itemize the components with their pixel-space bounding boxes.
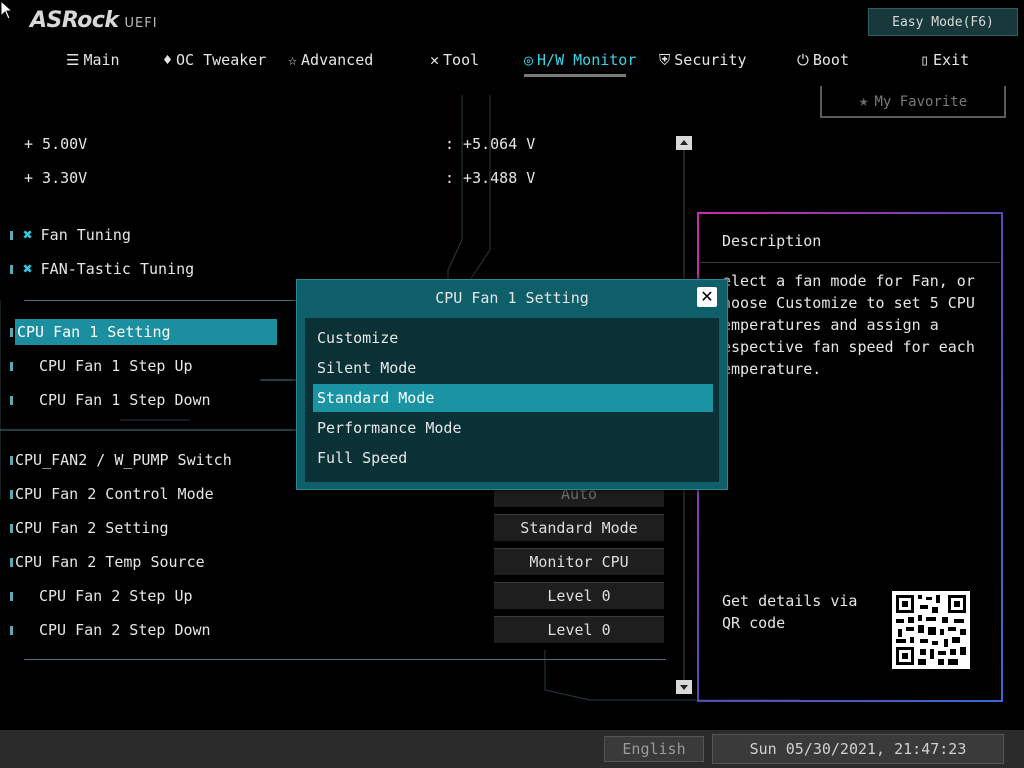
menu-cpu-fan2-step-down[interactable]: CPU Fan 2 Step Down bbox=[10, 617, 211, 643]
voltage-5v-value: : +5.064 V bbox=[445, 135, 536, 153]
bullet-marker bbox=[10, 328, 13, 337]
option-full-speed[interactable]: Full Speed bbox=[313, 444, 713, 472]
menu-cpu-fan1-step-down[interactable]: CPU Fan 1 Step Down bbox=[10, 387, 211, 413]
tab-tool[interactable]: ✕ Tool bbox=[430, 50, 479, 74]
shield-icon: ⛨ bbox=[659, 51, 671, 69]
voltage-label: + 3.30V bbox=[24, 169, 88, 187]
star-outline-icon: ☆ bbox=[288, 51, 298, 69]
option-customize[interactable]: Customize bbox=[313, 324, 713, 352]
my-favorite-button[interactable]: ★ My Favorite bbox=[820, 86, 1006, 118]
section-divider bbox=[24, 659, 666, 660]
brand-name: ASRock bbox=[30, 8, 119, 33]
tab-label: Exit bbox=[933, 51, 970, 69]
menu-label: CPU Fan 2 Setting bbox=[15, 519, 169, 537]
voltage-3v3-value: : +3.488 V bbox=[445, 169, 536, 187]
favorite-label: My Favorite bbox=[874, 94, 968, 110]
globe-icon: ◎ bbox=[524, 51, 534, 69]
tab-label: Tool bbox=[443, 51, 480, 69]
menu-label: CPU Fan 2 Step Down bbox=[39, 621, 211, 639]
menu-cpu-fan2-temp-source[interactable]: CPU Fan 2 Temp Source bbox=[10, 549, 205, 575]
list-icon: ☰ bbox=[66, 51, 80, 69]
tab-label: OC Tweaker bbox=[176, 51, 267, 69]
rocket-icon: ♦ bbox=[163, 51, 173, 69]
menu-cpu-fan2-pump-switch[interactable]: CPU_FAN2 / W_PUMP Switch bbox=[10, 447, 232, 473]
menu-fantastic-tuning[interactable]: ✖ FAN-Tastic Tuning bbox=[10, 256, 194, 282]
cpu-fan2-step-down-value[interactable]: Level 0 bbox=[494, 616, 664, 643]
menu-cpu-fan2-setting[interactable]: CPU Fan 2 Setting bbox=[10, 515, 169, 541]
date-time-display[interactable]: Sun 05/30/2021, 21:47:23 bbox=[712, 734, 1004, 764]
bullet-marker bbox=[10, 592, 13, 601]
tab-advanced[interactable]: ☆ Advanced bbox=[288, 50, 373, 74]
description-title: Description bbox=[722, 232, 822, 250]
menu-cpu-fan1-setting[interactable]: CPU Fan 1 Setting bbox=[10, 319, 277, 345]
cpu-fan2-setting-value[interactable]: Standard Mode bbox=[494, 514, 664, 541]
menu-label: CPU Fan 1 Step Down bbox=[39, 391, 211, 409]
qr-code-icon bbox=[892, 591, 970, 669]
cpu-fan2-step-up-value[interactable]: Level 0 bbox=[494, 582, 664, 609]
wrench-icon: ✖ bbox=[23, 225, 33, 244]
option-performance-mode[interactable]: Performance Mode bbox=[313, 414, 713, 442]
easy-mode-button[interactable]: Easy Mode(F6) bbox=[868, 8, 1018, 36]
menu-label: Fan Tuning bbox=[40, 226, 131, 244]
tab-label: Advanced bbox=[301, 51, 374, 69]
exit-door-icon: ▯ bbox=[920, 51, 930, 69]
wrench-icon: ✖ bbox=[23, 259, 33, 278]
menu-cpu-fan1-step-up[interactable]: CPU Fan 1 Step Up bbox=[10, 353, 193, 379]
tab-boot[interactable]: ⏻ Boot bbox=[797, 50, 849, 74]
menu-cpu-fan2-control-mode[interactable]: CPU Fan 2 Control Mode bbox=[10, 481, 214, 507]
bullet-marker bbox=[10, 456, 13, 465]
bullet-marker bbox=[10, 231, 13, 240]
tab-label: Boot bbox=[812, 51, 849, 69]
dialog-option-list: Customize Silent Mode Standard Mode Perf… bbox=[305, 318, 719, 482]
tab-oc-tweaker[interactable]: ♦ OC Tweaker bbox=[163, 50, 266, 74]
voltage-label: + 5.00V bbox=[24, 135, 88, 153]
tab-label: Main bbox=[83, 51, 120, 69]
voltage-3v3-label: + 3.30V bbox=[24, 165, 87, 191]
menu-cpu-fan2-step-up[interactable]: CPU Fan 2 Step Up bbox=[10, 583, 193, 609]
tab-main[interactable]: ☰ Main bbox=[66, 50, 120, 74]
tab-security[interactable]: ⛨ Security bbox=[659, 50, 747, 74]
scroll-down-arrow-icon[interactable] bbox=[676, 680, 692, 694]
star-icon: ★ bbox=[858, 91, 869, 110]
menu-label: CPU_FAN2 / W_PUMP Switch bbox=[15, 451, 232, 469]
qr-caption: Get details via QR code bbox=[722, 592, 858, 632]
tab-exit[interactable]: ▯ Exit bbox=[920, 50, 969, 74]
option-silent-mode[interactable]: Silent Mode bbox=[313, 354, 713, 382]
cpu-fan2-temp-source-value[interactable]: Monitor CPU bbox=[494, 548, 664, 575]
language-selector[interactable]: English bbox=[604, 736, 704, 762]
power-icon: ⏻ bbox=[797, 51, 809, 69]
menu-label: CPU Fan 1 Step Up bbox=[39, 357, 193, 375]
menu-label: FAN-Tastic Tuning bbox=[40, 260, 195, 278]
bullet-marker bbox=[10, 626, 13, 635]
menu-fan-tuning[interactable]: ✖ Fan Tuning bbox=[10, 222, 131, 248]
bullet-marker bbox=[10, 558, 13, 567]
brand-suffix: UEFI bbox=[124, 16, 158, 31]
tools-icon: ✕ bbox=[430, 51, 440, 69]
tab-hw-monitor[interactable]: ◎ H/W Monitor bbox=[524, 50, 636, 77]
description-text: elect a fan mode for Fan, or hoose Custo… bbox=[722, 272, 975, 378]
asrock-logo: ASRock UEFI bbox=[30, 8, 158, 33]
cpu-fan1-setting-dialog: CPU Fan 1 Setting ✕ Customize Silent Mod… bbox=[296, 279, 728, 490]
bullet-marker bbox=[10, 362, 13, 371]
dialog-title: CPU Fan 1 Setting bbox=[435, 289, 589, 307]
menu-label: CPU Fan 2 Control Mode bbox=[15, 485, 214, 503]
tab-label: Security bbox=[674, 51, 747, 69]
main-tab-bar: ☰ Main ♦ OC Tweaker ☆ Advanced ✕ Tool ◎ H/W M… bbox=[0, 50, 1024, 80]
menu-label: CPU Fan 1 Setting bbox=[15, 319, 277, 345]
description-separator bbox=[700, 262, 1000, 263]
scroll-up-arrow-icon[interactable] bbox=[676, 136, 692, 150]
voltage-5v-label: + 5.00V bbox=[24, 131, 87, 157]
tab-label: H/W Monitor bbox=[537, 51, 637, 69]
menu-label: CPU Fan 2 Step Up bbox=[39, 587, 193, 605]
bullet-marker bbox=[10, 396, 13, 405]
bullet-marker bbox=[10, 490, 13, 499]
mouse-cursor-icon bbox=[0, 0, 14, 20]
bullet-marker bbox=[10, 265, 13, 274]
close-icon[interactable]: ✕ bbox=[697, 287, 717, 307]
option-standard-mode[interactable]: Standard Mode bbox=[313, 384, 713, 412]
bullet-marker bbox=[10, 524, 13, 533]
menu-label: CPU Fan 2 Temp Source bbox=[15, 553, 205, 571]
